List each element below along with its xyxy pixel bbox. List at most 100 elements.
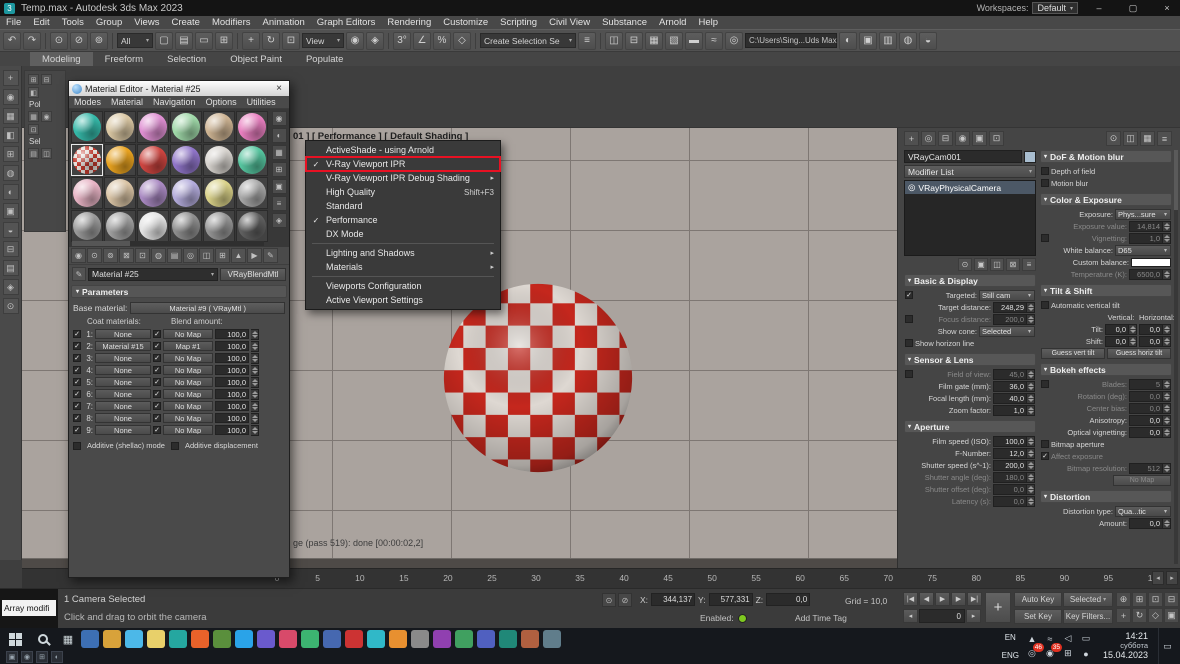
base-material-button[interactable]: Material #9 ( VRayMtl ) [130, 302, 285, 314]
pin-stack-icon[interactable]: ⊙ [958, 258, 972, 271]
project-folder-field[interactable]: C:\Users\Sing...Uds Max 202 [745, 33, 837, 48]
put-to-library-icon[interactable]: ▤ [167, 248, 182, 263]
previous-frame-icon[interactable]: ◂ [903, 609, 918, 623]
spinner[interactable] [1163, 391, 1171, 402]
pick-material-icon[interactable]: ✎ [72, 267, 86, 281]
value-field[interactable]: 40,0 [993, 393, 1027, 404]
rollout-header-distortion[interactable]: ▾Distortion [1040, 490, 1172, 503]
material-editor-menu-item[interactable]: Utilities [242, 97, 281, 107]
value-field[interactable]: 0,0 [1129, 415, 1163, 426]
configure-modifier-sets-icon[interactable]: ≡ [1022, 258, 1036, 271]
menu-item[interactable]: Modifiers [206, 16, 257, 29]
select-and-scale-icon[interactable]: ⊡ [282, 32, 300, 50]
map-slot-button[interactable]: No Map [163, 365, 213, 375]
value-field[interactable]: 45,0 [993, 369, 1027, 380]
spinner[interactable] [1027, 472, 1035, 483]
taskbar-app-icon[interactable] [345, 630, 363, 648]
guess-tilt-button[interactable]: Guess vert tilt [1041, 348, 1105, 359]
expand-panel-icon[interactable]: ◫ [1123, 131, 1138, 146]
value-field[interactable]: 0,0 [1129, 518, 1163, 529]
select-by-name-icon[interactable]: ▤ [175, 32, 193, 50]
auto-key-button[interactable]: Auto Key [1014, 592, 1062, 607]
menu-item[interactable]: Create [165, 16, 206, 29]
taskbar-app-icon[interactable] [191, 630, 209, 648]
angle-snap-icon[interactable]: ∠ [413, 32, 431, 50]
spinner[interactable] [1027, 302, 1035, 313]
scene-explorer-icon[interactable]: ▦ [645, 32, 663, 50]
rollout-header-color-exposure[interactable]: ▾Color & Exposure [1040, 193, 1172, 206]
spinner[interactable] [1129, 336, 1137, 347]
taskbar-mini-icon[interactable]: ◉ [21, 651, 33, 663]
left-toolbar-icon[interactable]: ◈ [3, 279, 19, 295]
config-icon[interactable]: ≡ [1157, 131, 1172, 146]
rollout-header-aperture[interactable]: ▾Aperture [904, 420, 1036, 433]
spinner[interactable] [1163, 463, 1171, 474]
material-swatch[interactable] [170, 144, 202, 176]
material-swatch[interactable] [170, 111, 202, 143]
rollout-header-bokeh-effects[interactable]: ▾Bokeh effects [1040, 363, 1172, 376]
material-editor-menu-item[interactable]: Navigation [148, 97, 201, 107]
left-toolbar-icon[interactable]: ▦ [3, 108, 19, 124]
material-swatch[interactable] [170, 177, 202, 209]
taskbar-app-icon[interactable] [235, 630, 253, 648]
utilities-tab-icon[interactable]: ⊡ [989, 131, 1004, 146]
blend-amount-field[interactable]: 100,0 [215, 365, 249, 375]
material-swatch[interactable] [104, 111, 136, 143]
coat-enable-checkbox[interactable]: ✓ [73, 402, 81, 410]
rectangular-region-icon[interactable]: ▭ [195, 32, 213, 50]
maxscript-mini-listener[interactable]: Array modifi [0, 589, 58, 629]
context-menu-item[interactable]: Viewports Configuration [306, 279, 500, 293]
coat-enable-checkbox[interactable]: ✓ [73, 378, 81, 386]
value-field[interactable]: 0,0 [993, 496, 1027, 507]
value-field[interactable]: 248,29 [993, 302, 1027, 313]
language-indicator[interactable]: EN [1002, 633, 1019, 642]
ribbon-tab-freeform[interactable]: Freeform [93, 52, 156, 66]
pan-icon[interactable]: + [1116, 608, 1131, 623]
redo-icon[interactable]: ↷ [23, 32, 41, 50]
material-type-button[interactable]: VRayBlendMtl [220, 268, 286, 281]
guess-tilt-button[interactable]: Guess horiz tilt [1107, 348, 1171, 359]
taskbar-app-icon[interactable] [125, 630, 143, 648]
dropdown[interactable]: D65▾ [1115, 245, 1171, 256]
coat-enable-checkbox[interactable]: ✓ [73, 354, 81, 362]
current-frame-field[interactable]: 0 [919, 609, 965, 623]
checkbox[interactable] [905, 339, 913, 347]
ribbon-fragment-icon[interactable]: ◧ [28, 87, 39, 98]
close-button[interactable]: × [1154, 0, 1180, 16]
blend-amount-field[interactable]: 100,0 [215, 353, 249, 363]
object-color-chip[interactable] [1024, 151, 1036, 163]
blend-amount-field[interactable]: 100,0 [215, 425, 249, 435]
material-slot-button[interactable]: None [95, 401, 151, 411]
spinner[interactable] [1027, 496, 1035, 507]
key-filters-button[interactable]: Key Filters... [1063, 609, 1113, 624]
select-object-icon[interactable]: ▢ [155, 32, 173, 50]
taskbar-app-icon[interactable] [301, 630, 319, 648]
menu-item[interactable]: Help [692, 16, 724, 29]
left-toolbar-icon[interactable]: ⊙ [3, 298, 19, 314]
render-setup-icon[interactable]: ▣ [859, 32, 877, 50]
blend-amount-field[interactable]: 100,0 [215, 341, 249, 351]
material-slot-button[interactable]: None [95, 329, 151, 339]
material-swatch[interactable] [203, 177, 235, 209]
fov-icon[interactable]: ◇ [1148, 608, 1163, 623]
make-copy-icon[interactable]: ⊡ [135, 248, 150, 263]
map-enable-checkbox[interactable]: ✓ [153, 390, 161, 398]
zoom-extents-icon[interactable]: ⊡ [1148, 592, 1163, 607]
spinner[interactable] [1163, 336, 1171, 347]
show-in-viewport-icon[interactable]: ◫ [199, 248, 214, 263]
material-id-icon[interactable]: ◎ [183, 248, 198, 263]
spinner[interactable] [251, 377, 259, 388]
start-button[interactable] [2, 629, 28, 649]
color-swatch[interactable] [1131, 258, 1171, 267]
tray-app-icon[interactable]: ● [1079, 647, 1093, 660]
clock[interactable]: 14:21 суббота 15.04.2023 [1099, 628, 1152, 664]
curve-editor-icon[interactable]: ≈ [705, 32, 723, 50]
material-editor-menu-item[interactable]: Modes [69, 97, 106, 107]
spinner[interactable] [1163, 269, 1171, 280]
material-editor-icon[interactable]: ◐ [839, 32, 857, 50]
menu-item[interactable]: Rendering [381, 16, 437, 29]
add-time-tag[interactable]: Add Time Tag [795, 613, 847, 623]
value-field[interactable]: 0,0 [1129, 427, 1163, 438]
pick-from-object-icon[interactable]: ✎ [263, 248, 278, 263]
blend-amount-field[interactable]: 100,0 [215, 389, 249, 399]
